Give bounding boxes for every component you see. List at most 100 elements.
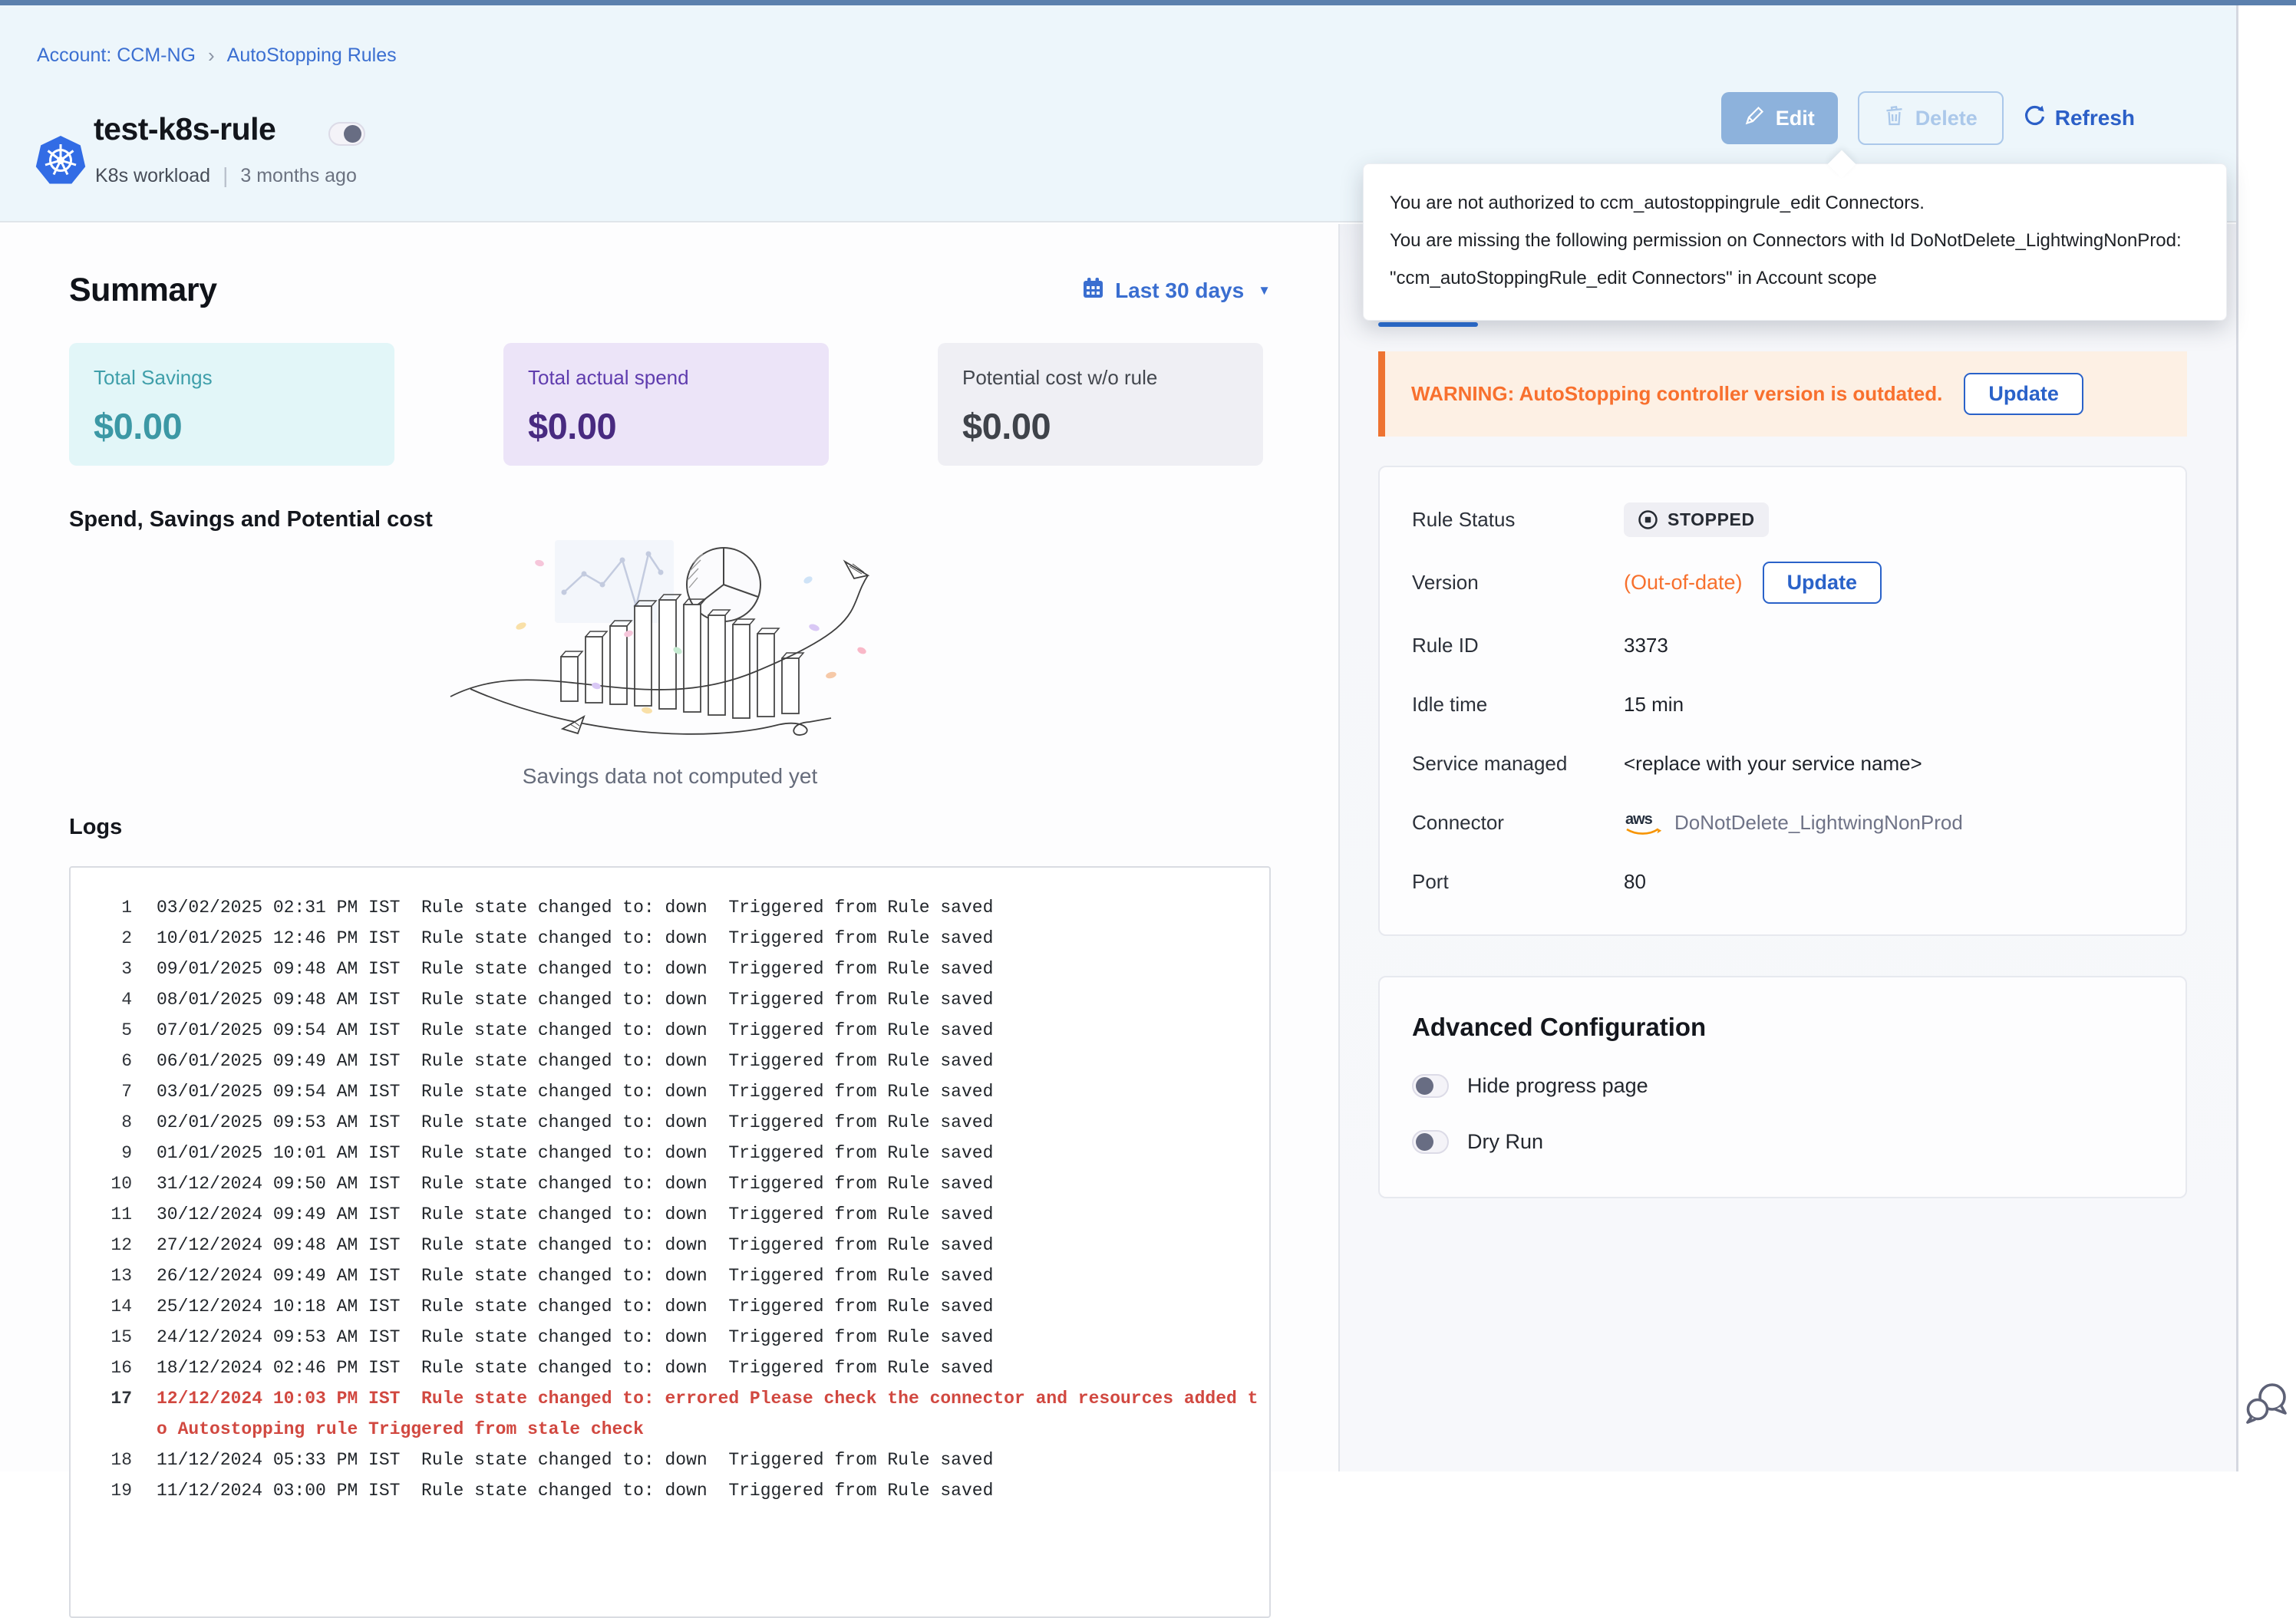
log-line-number: 7 (81, 1076, 132, 1107)
log-line-number: 12 (81, 1230, 132, 1260)
log-line-text: 01/01/2025 10:01 AM IST Rule state chang… (157, 1138, 1259, 1168)
workload-type: K8s workload (95, 165, 210, 187)
header-actions: Edit Delete (1721, 91, 2135, 145)
log-row: 3 09/01/2025 09:48 AM IST Rule state cha… (81, 954, 1259, 984)
log-line-text: 27/12/2024 09:48 AM IST Rule state chang… (157, 1230, 1259, 1260)
chart-section-heading: Spend, Savings and Potential cost (69, 507, 1271, 532)
summary-header-row: Summary Last 30 days ▼ (69, 272, 1271, 309)
log-row: 18 11/12/2024 05:33 PM IST Rule state ch… (81, 1445, 1259, 1475)
edit-button-label: Edit (1776, 107, 1815, 130)
log-row: 4 08/01/2025 09:48 AM IST Rule state cha… (81, 984, 1259, 1015)
log-row: 5 07/01/2025 09:54 AM IST Rule state cha… (81, 1015, 1259, 1046)
log-line-number: 16 (81, 1353, 132, 1383)
edit-button[interactable]: Edit (1721, 92, 1838, 144)
log-row: 7 03/01/2025 09:54 AM IST Rule state cha… (81, 1076, 1259, 1107)
log-line-text: 24/12/2024 09:53 AM IST Rule state chang… (157, 1322, 1259, 1353)
toggle-knob (1416, 1077, 1433, 1095)
port-row: Port 80 (1412, 865, 2153, 899)
status-text: STOPPED (1668, 509, 1755, 530)
field-label: Service managed (1412, 752, 1624, 776)
field-label: Rule Status (1412, 508, 1624, 532)
rule-details-card: Rule Status STOPPED Version (1378, 466, 2187, 936)
log-line-number: 9 (81, 1138, 132, 1168)
rule-id-row: Rule ID 3373 (1412, 628, 2153, 663)
refresh-icon (2024, 104, 2046, 132)
details-panel: Details WARNING: AutoStopping controller… (1340, 224, 2236, 1471)
version-row: Version (Out-of-date) Update (1412, 562, 2153, 604)
date-range-selector[interactable]: Last 30 days ▼ (1082, 277, 1271, 305)
breadcrumb-separator-icon: › (208, 44, 215, 68)
card-value: $0.00 (962, 405, 1239, 447)
log-row: 6 06/01/2025 09:49 AM IST Rule state cha… (81, 1046, 1259, 1076)
log-line-text: 09/01/2025 09:48 AM IST Rule state chang… (157, 954, 1259, 984)
tooltip-line-2: You are missing the following permission… (1390, 222, 2200, 259)
log-line-text: 11/12/2024 03:00 PM IST Rule state chang… (157, 1475, 1259, 1506)
hide-progress-label: Hide progress page (1467, 1074, 1648, 1098)
card-label: Total actual spend (528, 366, 804, 390)
breadcrumb-account-link[interactable]: Account: CCM-NG (37, 44, 196, 67)
summary-heading: Summary (69, 272, 216, 309)
advanced-configuration-heading: Advanced Configuration (1412, 1013, 2153, 1042)
empty-chart-illustration-wrap: Savings data not computed yet (69, 535, 1271, 789)
hide-progress-toggle[interactable] (1412, 1074, 1449, 1098)
log-line-text: 03/02/2025 02:31 PM IST Rule state chang… (157, 892, 1259, 923)
service-managed-value: <replace with your service name> (1624, 752, 2153, 776)
rule-age: 3 months ago (240, 165, 357, 187)
card-label: Total Savings (94, 366, 370, 390)
log-panel[interactable]: 1 03/02/2025 02:31 PM IST Rule state cha… (69, 866, 1271, 1618)
idle-time-row: Idle time 15 min (1412, 687, 2153, 722)
warning-update-button[interactable]: Update (1964, 373, 2083, 415)
hide-progress-row: Hide progress page (1412, 1074, 2153, 1098)
status-badge: STOPPED (1624, 503, 1769, 537)
main-content: Summary Last 30 days ▼ (0, 224, 1338, 1471)
caret-down-icon: ▼ (1258, 283, 1271, 298)
log-row: 13 26/12/2024 09:49 AM IST Rule state ch… (81, 1260, 1259, 1291)
log-line-number: 11 (81, 1199, 132, 1230)
log-row: 19 11/12/2024 03:00 PM IST Rule state ch… (81, 1475, 1259, 1506)
card-label: Potential cost w/o rule (962, 366, 1239, 390)
log-row: 8 02/01/2025 09:53 AM IST Rule state cha… (81, 1107, 1259, 1138)
tooltip-line-1: You are not authorized to ccm_autostoppi… (1390, 184, 2200, 222)
log-list: 1 03/02/2025 02:31 PM IST Rule state cha… (81, 892, 1259, 1506)
stop-icon (1638, 509, 1658, 530)
log-line-number: 6 (81, 1046, 132, 1076)
delete-button[interactable]: Delete (1858, 91, 2004, 145)
log-line-text: 31/12/2024 09:50 AM IST Rule state chang… (157, 1168, 1259, 1199)
trash-icon (1884, 104, 1905, 132)
log-row: 17 12/12/2024 10:03 PM IST Rule state ch… (81, 1383, 1259, 1445)
field-label: Connector (1412, 811, 1624, 835)
rule-subtitle: K8s workload | 3 months ago (95, 163, 357, 188)
log-line-text: 06/01/2025 09:49 AM IST Rule state chang… (157, 1046, 1259, 1076)
log-line-text: 10/01/2025 12:46 PM IST Rule state chang… (157, 923, 1259, 954)
top-accent-strip (0, 0, 2296, 5)
connector-row: Connector aws DoNotDelete_LightwingNonPr… (1412, 806, 2153, 840)
log-line-text: 12/12/2024 10:03 PM IST Rule state chang… (157, 1383, 1259, 1445)
advanced-configuration-card: Advanced Configuration Hide progress pag… (1378, 976, 2187, 1198)
svg-text:aws: aws (1625, 811, 1653, 828)
log-line-number: 17 (81, 1383, 132, 1445)
idle-time-value: 15 min (1624, 693, 2153, 717)
pencil-icon (1744, 105, 1765, 131)
calendar-icon (1082, 277, 1104, 305)
log-row: 2 10/01/2025 12:46 PM IST Rule state cha… (81, 923, 1259, 954)
breadcrumb-autostopping-link[interactable]: AutoStopping Rules (227, 44, 397, 67)
log-line-number: 3 (81, 954, 132, 984)
log-row: 16 18/12/2024 02:46 PM IST Rule state ch… (81, 1353, 1259, 1383)
empty-chart-message: Savings data not computed yet (523, 764, 817, 789)
date-range-label: Last 30 days (1115, 278, 1244, 303)
log-line-number: 8 (81, 1107, 132, 1138)
total-savings-card: Total Savings $0.00 (69, 343, 394, 466)
log-row: 9 01/01/2025 10:01 AM IST Rule state cha… (81, 1138, 1259, 1168)
version-update-button[interactable]: Update (1763, 562, 1882, 604)
dry-run-toggle[interactable] (1412, 1130, 1449, 1154)
refresh-button[interactable]: Refresh (2024, 104, 2135, 132)
rule-enabled-toggle[interactable] (328, 122, 365, 146)
log-line-text: 18/12/2024 02:46 PM IST Rule state chang… (157, 1353, 1259, 1383)
potential-cost-card: Potential cost w/o rule $0.00 (938, 343, 1263, 466)
log-line-number: 15 (81, 1322, 132, 1353)
log-row: 14 25/12/2024 10:18 AM IST Rule state ch… (81, 1291, 1259, 1322)
log-line-number: 19 (81, 1475, 132, 1506)
log-row: 15 24/12/2024 09:53 AM IST Rule state ch… (81, 1322, 1259, 1353)
help-chat-icon[interactable] (2242, 1378, 2291, 1431)
log-line-text: 02/01/2025 09:53 AM IST Rule state chang… (157, 1107, 1259, 1138)
